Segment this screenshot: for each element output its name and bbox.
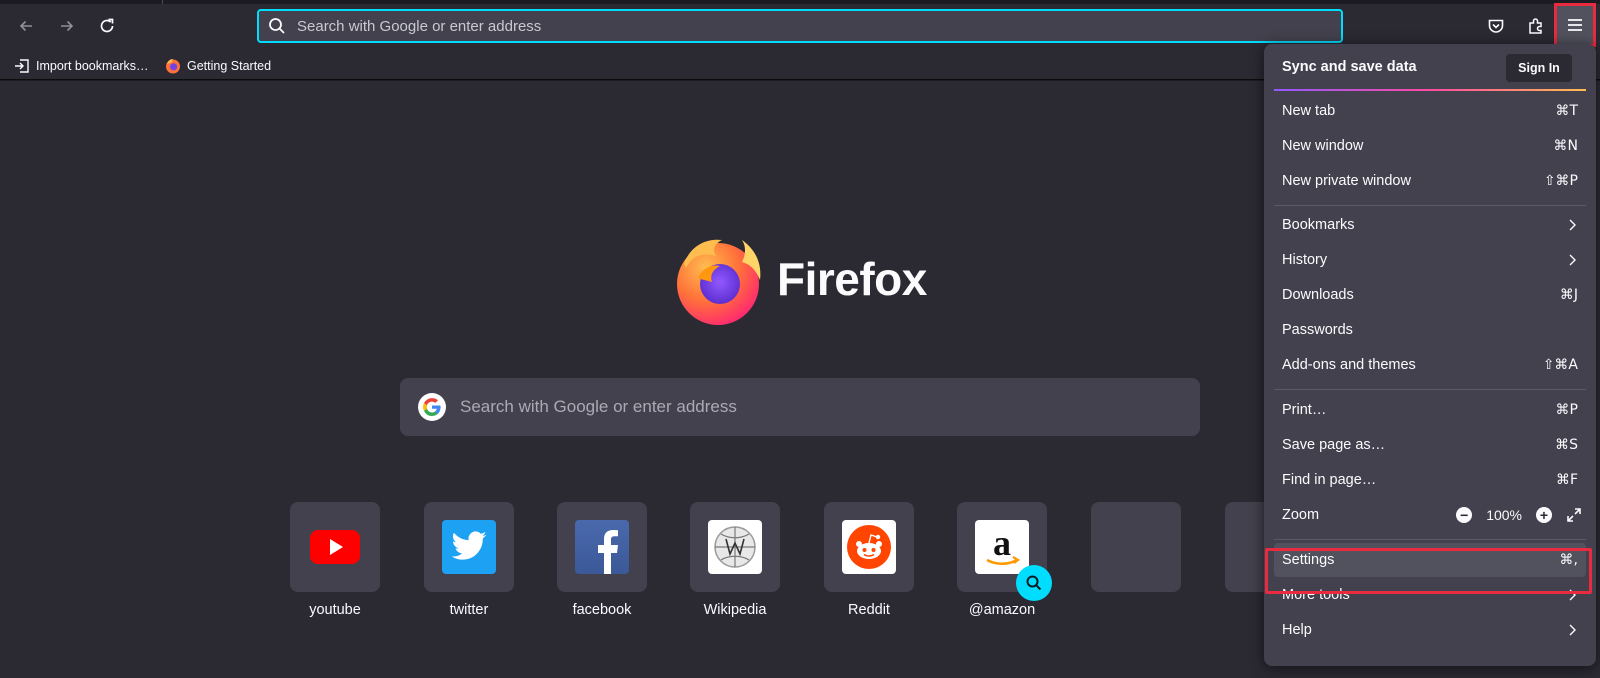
menu-item-label: Bookmarks [1282,217,1355,233]
chevron-right-icon [1569,624,1576,636]
top-site-label: @amazon [968,602,1036,618]
zoom-in-button[interactable]: + [1536,507,1552,523]
menu-item-label: New private window [1282,173,1411,189]
menu-item-label: Zoom [1282,507,1320,523]
zoom-reset-button[interactable]: 100% [1486,507,1522,523]
sync-title: Sync and save data [1282,59,1417,75]
youtube-icon [308,520,362,574]
menu-item-shortcut: ⌘T [1555,103,1578,119]
twitter-icon [442,520,496,574]
import-icon [15,59,29,73]
menu-item-shortcut: ⌘J [1559,287,1578,303]
wikipedia-icon [708,520,762,574]
menu-item-addons-themes[interactable]: Add-ons and themes ⇧⌘A [1274,348,1586,382]
zoom-controls: − 100% + [1456,507,1582,523]
sync-divider [1274,89,1586,91]
top-site-wikipedia[interactable] [690,502,780,592]
back-button[interactable] [10,10,42,42]
reload-icon [100,18,114,33]
bookmark-label: Getting Started [187,59,272,73]
url-input[interactable] [297,17,1341,35]
bookmark-getting-started[interactable]: Getting Started [165,57,271,75]
facebook-icon [575,520,629,574]
tab-strip-edge [0,0,1600,4]
pocket-button[interactable] [1480,10,1512,42]
menu-item-shortcut: ⌘P [1555,402,1578,418]
amazon-icon: a [975,520,1029,574]
menu-item-shortcut: ⇧⌘A [1542,357,1578,373]
pocket-icon [1488,19,1504,33]
menu-item-find-in-page[interactable]: Find in page… ⌘F [1274,463,1586,497]
top-site-twitter[interactable] [424,502,514,592]
chevron-right-icon [1569,254,1576,266]
top-site-reddit[interactable] [824,502,914,592]
menu-item-new-private-window[interactable]: New private window ⇧⌘P [1274,164,1586,198]
menu-item-shortcut: ⇧⌘P [1543,173,1578,189]
google-icon [418,393,446,421]
menu-item-label: New tab [1282,103,1336,119]
top-site-youtube[interactable] [290,502,380,592]
reload-button[interactable] [91,10,123,42]
hamburger-icon [1568,19,1582,31]
menu-item-label: Downloads [1282,287,1354,303]
top-site-label: twitter [449,602,489,618]
menu-item-label: History [1282,252,1328,268]
search-shortcut-badge [1016,565,1052,601]
bookmark-import[interactable]: Import bookmarks… [14,57,149,75]
top-site-empty[interactable] [1091,502,1181,592]
newtab-search-input[interactable] [460,397,1200,417]
menu-item-bookmarks[interactable]: Bookmarks [1274,208,1586,242]
menu-separator [1274,205,1586,206]
menu-item-label: Help [1282,622,1312,638]
menu-item-downloads[interactable]: Downloads ⌘J [1274,278,1586,312]
menu-item-shortcut: ⌘N [1553,138,1578,154]
settings-highlight-annotation [1265,548,1592,594]
top-site-label: facebook [572,602,632,618]
firefox-logo [677,239,761,325]
menu-item-zoom: Zoom − 100% + [1274,498,1586,532]
firefox-icon [166,59,180,74]
sync-header: Sync and save data Sign In [1264,44,1596,90]
svg-text:a: a [993,523,1011,563]
top-site-label: Reddit [848,602,890,618]
firefox-wordmark: Firefox [777,253,927,305]
fullscreen-icon[interactable] [1566,507,1582,523]
zoom-out-button[interactable]: − [1456,507,1473,523]
newtab-search-box[interactable] [400,378,1200,436]
menu-item-label: Find in page… [1282,472,1377,488]
menu-item-new-tab[interactable]: New tab ⌘T [1274,94,1586,128]
menu-separator [1274,389,1586,390]
bookmark-label: Import bookmarks… [36,59,149,73]
menu-item-label: Passwords [1282,322,1353,338]
reddit-icon [842,520,896,574]
forward-button[interactable] [51,10,83,42]
search-icon [1026,575,1042,591]
menu-separator [1274,539,1586,540]
menu-item-save-page-as[interactable]: Save page as… ⌘S [1274,428,1586,462]
menu-item-label: Print… [1282,402,1327,418]
url-bar[interactable] [257,9,1343,43]
menu-item-passwords[interactable]: Passwords [1274,313,1586,347]
back-arrow-icon [19,20,32,32]
menu-item-new-window[interactable]: New window ⌘N [1274,129,1586,163]
menu-item-label: Add-ons and themes [1282,357,1416,373]
top-site-label: youtube [309,602,361,618]
chevron-right-icon [1569,219,1576,231]
forward-arrow-icon [61,20,74,32]
menu-item-label: Save page as… [1282,437,1386,453]
extensions-button[interactable] [1520,10,1552,42]
menu-item-history[interactable]: History [1274,243,1586,277]
app-menu-button[interactable] [1554,3,1596,47]
search-icon [269,18,285,34]
menu-item-label: New window [1282,138,1364,154]
menu-item-shortcut: ⌘F [1555,472,1578,488]
top-site-facebook[interactable] [557,502,647,592]
menu-item-help[interactable]: Help [1274,613,1586,647]
top-site-label: Wikipedia [703,602,767,618]
puzzle-icon [1529,18,1542,34]
sign-in-button[interactable]: Sign In [1506,54,1572,82]
menu-item-print[interactable]: Print… ⌘P [1274,393,1586,427]
menu-item-shortcut: ⌘S [1555,437,1578,453]
